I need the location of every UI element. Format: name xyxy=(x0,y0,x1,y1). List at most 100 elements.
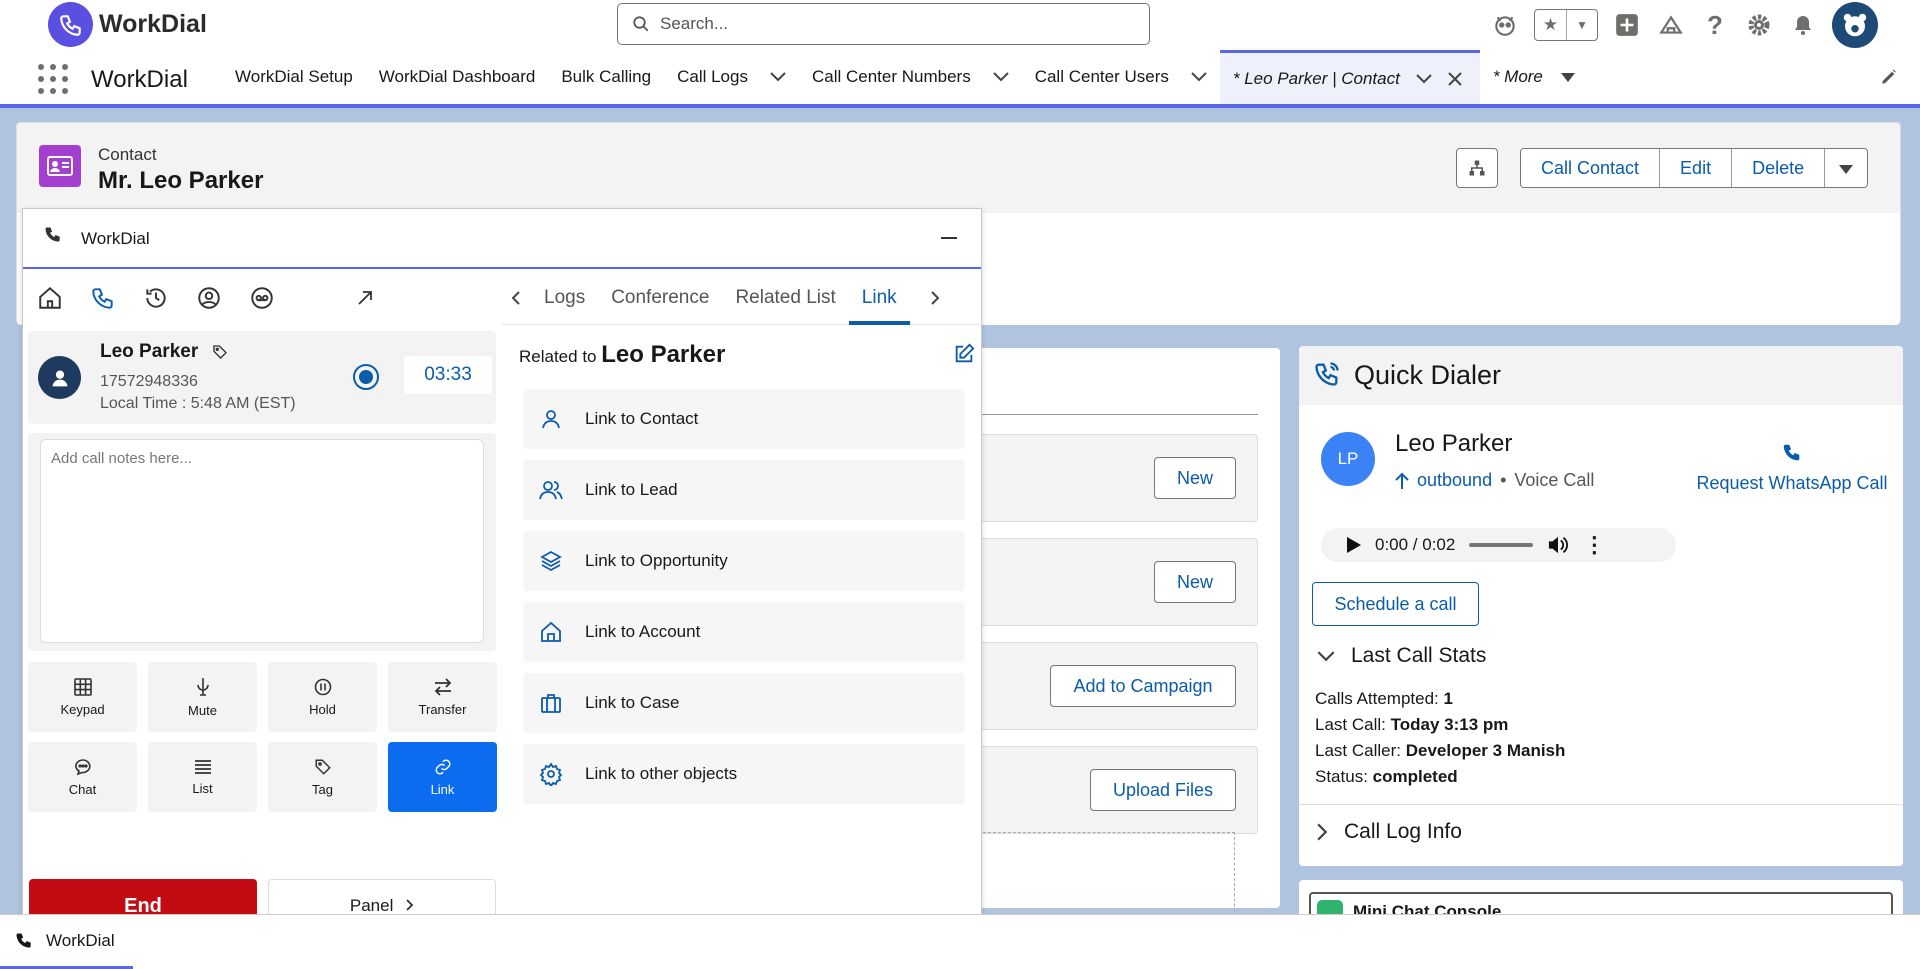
history-icon[interactable] xyxy=(129,285,182,311)
call-contact-button[interactable]: Call Contact xyxy=(1521,149,1661,187)
chevron-down-icon[interactable] xyxy=(1416,73,1432,84)
calls-attempted: Calls Attempted: 1 xyxy=(1315,689,1453,708)
nav-item-bulk-calling[interactable]: Bulk Calling xyxy=(548,50,664,104)
minimize-icon[interactable] xyxy=(941,237,957,239)
tag-button[interactable]: Tag xyxy=(268,742,377,812)
hold-button[interactable]: Hold xyxy=(268,662,377,732)
link-to-account[interactable]: Link to Account xyxy=(523,602,965,662)
link-options-list: Link to Contact Link to Lead Link to Opp… xyxy=(523,389,965,815)
more-actions-button[interactable] xyxy=(1825,149,1868,187)
link-to-other-objects[interactable]: Link to other objects xyxy=(523,744,965,804)
tab-conference[interactable]: Conference xyxy=(598,271,722,325)
caller-card: Leo Parker 17572948336 Local Time : 5:48… xyxy=(28,331,496,424)
caller-avatar xyxy=(38,356,81,399)
chevron-down-icon[interactable]: ▼ xyxy=(1566,10,1597,40)
pencil-icon[interactable] xyxy=(1880,68,1898,91)
expand-icon[interactable] xyxy=(338,289,391,307)
upload-files-button[interactable]: Upload Files xyxy=(1090,769,1236,811)
workdial-logo-icon xyxy=(48,2,93,47)
global-search[interactable] xyxy=(617,3,1150,45)
chevron-right-icon[interactable] xyxy=(920,290,950,305)
logo-text: WorkDial xyxy=(99,10,207,38)
link-to-case[interactable]: Link to Case xyxy=(523,673,965,733)
caret-down-icon[interactable] xyxy=(1560,72,1575,82)
person-icon xyxy=(537,407,565,431)
new-button-1[interactable]: New xyxy=(1154,457,1236,499)
schedule-call-button[interactable]: Schedule a call xyxy=(1312,582,1479,626)
call-notes-input[interactable] xyxy=(40,439,484,643)
nav-item-call-center-users[interactable]: Call Center Users xyxy=(1022,50,1220,104)
softphone-detail-pane: Logs Conference Related List Link Relate… xyxy=(501,271,983,919)
tab-related-list[interactable]: Related List xyxy=(722,271,848,325)
link-icon xyxy=(435,759,450,774)
tag-icon xyxy=(315,759,331,775)
user-avatar[interactable] xyxy=(1832,2,1878,48)
nav-item-workdial-dashboard[interactable]: WorkDial Dashboard xyxy=(366,50,549,104)
bell-icon[interactable] xyxy=(1788,10,1818,40)
link-to-lead[interactable]: Link to Lead xyxy=(523,460,965,520)
app-name: WorkDial xyxy=(91,66,188,93)
agentforce-icon[interactable] xyxy=(1490,10,1520,40)
record-name: Mr. Leo Parker xyxy=(98,167,264,194)
transfer-button[interactable]: Transfer xyxy=(388,662,497,732)
audio-progress[interactable] xyxy=(1469,543,1534,547)
phone-icon[interactable] xyxy=(76,285,129,311)
chevron-down-icon[interactable] xyxy=(770,72,786,82)
link-to-opportunity[interactable]: Link to Opportunity xyxy=(523,531,965,591)
chat-button[interactable]: Chat xyxy=(28,742,137,812)
search-icon xyxy=(633,16,649,32)
request-whatsapp-call-link[interactable]: Request WhatsApp Call xyxy=(1692,442,1892,494)
tab-logs[interactable]: Logs xyxy=(531,271,598,325)
close-icon[interactable] xyxy=(1448,71,1462,86)
nav-item-call-center-numbers[interactable]: Call Center Numbers xyxy=(799,50,1022,104)
caller-name: Leo Parker xyxy=(100,341,228,363)
delete-button[interactable]: Delete xyxy=(1732,149,1826,187)
play-icon[interactable] xyxy=(1347,537,1361,553)
tag-icon[interactable] xyxy=(212,344,228,360)
new-button-2[interactable]: New xyxy=(1154,561,1236,603)
chevron-down-icon[interactable] xyxy=(992,72,1009,82)
hierarchy-button[interactable] xyxy=(1456,148,1498,188)
mute-button[interactable]: Mute xyxy=(148,662,257,732)
star-icon[interactable]: ★ xyxy=(1535,10,1566,40)
chevron-right-icon xyxy=(406,899,414,911)
nav-item-call-logs[interactable]: Call Logs xyxy=(664,50,799,104)
keypad-button[interactable]: Keypad xyxy=(28,662,137,732)
phone-icon xyxy=(1692,442,1892,469)
search-input[interactable] xyxy=(660,14,1120,34)
voicemail-icon[interactable] xyxy=(235,285,288,311)
record-icon[interactable] xyxy=(353,364,379,390)
app-launcher-icon[interactable] xyxy=(38,64,68,94)
utility-item-workdial[interactable]: WorkDial xyxy=(0,915,133,969)
add-to-campaign-button[interactable]: Add to Campaign xyxy=(1050,665,1236,707)
tab-link[interactable]: Link xyxy=(848,271,910,325)
nav-items: WorkDial Setup WorkDial Dashboard Bulk C… xyxy=(222,50,1588,104)
nav-item-workdial-setup[interactable]: WorkDial Setup xyxy=(222,50,366,104)
more-options-icon[interactable]: ⋮ xyxy=(1583,534,1605,556)
user-circle-icon[interactable] xyxy=(182,285,235,311)
global-header: WorkDial ★ ▼ ? xyxy=(0,0,1920,50)
volume-icon[interactable] xyxy=(1547,535,1569,555)
quick-dialer-header: Quick Dialer xyxy=(1299,346,1903,405)
link-to-contact[interactable]: Link to Contact xyxy=(523,389,965,449)
link-button[interactable]: Link xyxy=(388,742,497,812)
call-direction: outbound • Voice Call xyxy=(1395,470,1594,491)
arrow-up-icon xyxy=(1395,472,1409,489)
add-icon[interactable] xyxy=(1612,10,1642,40)
chevron-left-icon[interactable] xyxy=(501,290,531,305)
call-log-info-toggle[interactable]: Call Log Info xyxy=(1317,820,1462,844)
chevron-down-icon[interactable] xyxy=(1191,72,1207,82)
workdial-logo[interactable]: WorkDial xyxy=(48,2,207,47)
nav-tab-leo-parker-contact[interactable]: * Leo Parker | Contact xyxy=(1219,50,1480,104)
last-call-stats-toggle[interactable]: Last Call Stats xyxy=(1317,644,1486,668)
help-icon[interactable]: ? xyxy=(1700,10,1730,40)
edit-icon[interactable] xyxy=(953,343,975,370)
edit-button[interactable]: Edit xyxy=(1660,149,1733,187)
related-section-1: New xyxy=(978,434,1258,522)
home-icon[interactable] xyxy=(23,285,76,311)
trailhead-icon[interactable] xyxy=(1656,10,1686,40)
chat-icon xyxy=(74,758,91,775)
gear-icon[interactable] xyxy=(1744,10,1774,40)
list-button[interactable]: List xyxy=(148,742,257,812)
nav-item-more[interactable]: * More xyxy=(1480,50,1588,104)
